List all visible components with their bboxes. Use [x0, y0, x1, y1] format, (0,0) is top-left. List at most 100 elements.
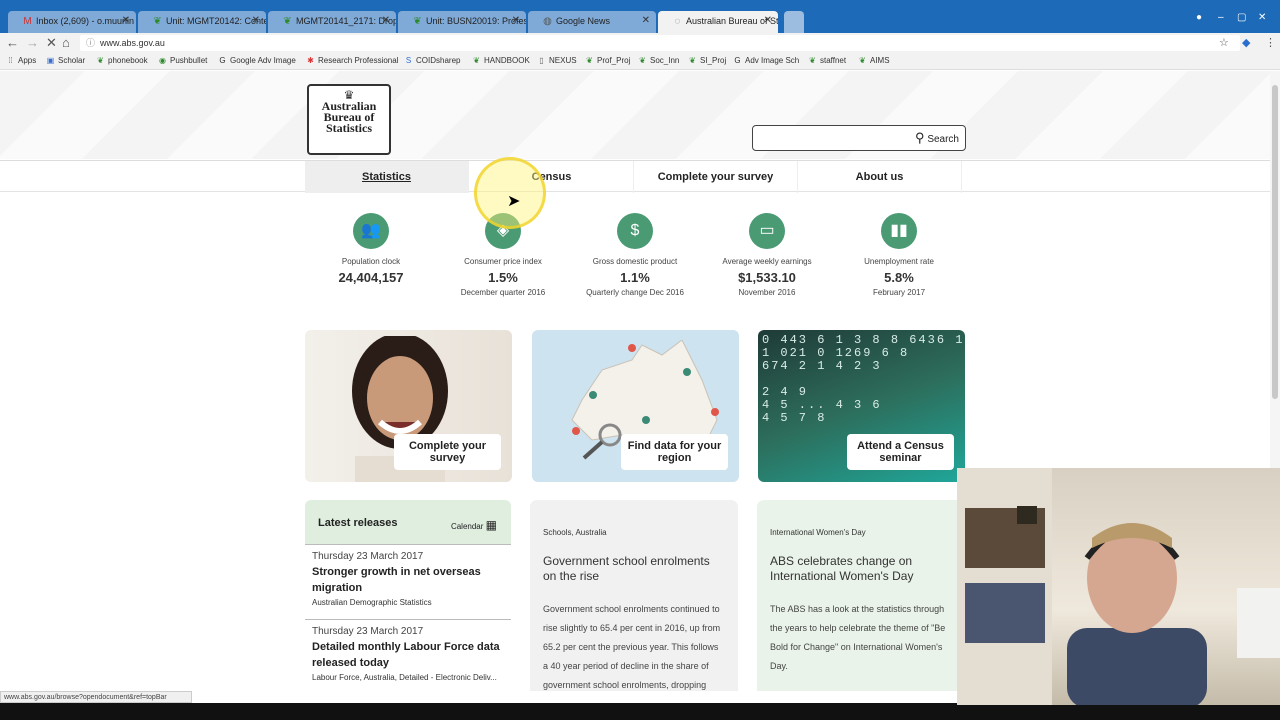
globe-icon: ◍: [543, 16, 552, 27]
menu-icon[interactable]: ⋮: [1265, 35, 1276, 51]
calendar-link[interactable]: Calendar ▦: [451, 518, 497, 532]
bookmark-item[interactable]: ◉ Pushbullet: [158, 55, 207, 67]
stat-population[interactable]: 👥 Population clock 24,404,157: [306, 213, 436, 288]
logo-line: Statistics: [326, 121, 372, 135]
leaf-icon: ❦: [153, 16, 162, 27]
new-tab-button[interactable]: [784, 11, 804, 33]
tile-caption: Complete your survey: [394, 434, 501, 470]
bookmark-item[interactable]: S COIDsharep: [404, 55, 461, 67]
news-card[interactable]: Schools, Australia Government school enr…: [530, 500, 738, 691]
close-icon[interactable]: ✕: [512, 11, 520, 31]
bookmark-item[interactable]: ❦ AIMS: [858, 55, 889, 67]
tile-find-data[interactable]: Find data for your region: [532, 330, 739, 482]
apps-icon: ⁞⁞: [8, 56, 13, 65]
numbers-graphic: 0 443 6 1 3 8 8 6436 1 1 021 0 1269 6 8 …: [762, 333, 965, 425]
bookmark-item[interactable]: ❦ phonebook: [96, 55, 147, 67]
bookmark-item[interactable]: ❦ SI_Proj: [688, 55, 726, 67]
gmail-icon: M: [23, 16, 32, 27]
browser-tab[interactable]: ◍ Google News ✕: [528, 11, 656, 33]
tile-caption: Find data for your region: [621, 434, 728, 470]
pushbullet-icon: ◉: [159, 56, 166, 65]
google-icon: G: [219, 56, 226, 65]
calendar-icon: ▦: [485, 518, 497, 532]
home-icon[interactable]: ⌂: [62, 35, 70, 51]
latest-releases-header: Latest releases Calendar ▦: [305, 500, 511, 544]
page-icon: ▯: [539, 56, 544, 65]
stat-gdp[interactable]: $ Gross domestic product 1.1% Quarterly …: [570, 213, 700, 297]
main-menu: Statistics Census Complete your survey A…: [0, 160, 1270, 193]
window-close-icon[interactable]: ✕: [1258, 12, 1266, 23]
leaf-icon: ❦: [859, 56, 866, 65]
bookmark-item[interactable]: ▯ NEXUS: [537, 55, 576, 67]
scholar-icon: ▣: [46, 56, 55, 65]
google-icon: G: [734, 56, 741, 65]
bookmark-item[interactable]: ⁞⁞ Apps: [6, 55, 36, 67]
release-item[interactable]: Thursday 23 March 2017 Stronger growth i…: [305, 544, 511, 619]
leaf-icon: ❦: [809, 56, 816, 65]
back-icon[interactable]: ←: [6, 35, 19, 51]
menu-item-statistics[interactable]: Statistics: [305, 161, 469, 193]
search-button[interactable]: ⚲ Search: [915, 130, 959, 146]
close-icon[interactable]: ✕: [382, 11, 390, 31]
leaf-icon: ❦: [689, 56, 696, 65]
menu-item-complete-survey[interactable]: Complete your survey: [634, 161, 798, 193]
abs-logo[interactable]: ♛ Australian Bureau of Statistics: [307, 84, 391, 155]
browser-tab-bar: M Inbox (2,609) - o.muurlin ✕ ❦ Unit: MGMT2…: [0, 0, 1280, 33]
leaf-icon: ❦: [586, 56, 593, 65]
extension-icon[interactable]: ◆: [1242, 35, 1250, 51]
browser-tab[interactable]: ❦ Unit: BUSN20019: Profes ✕: [398, 11, 526, 33]
presenter-video: [957, 468, 1280, 705]
leaf-icon: ❦: [283, 16, 292, 27]
bookmark-item[interactable]: ❦ Prof_Proj: [585, 55, 630, 67]
tile-census-seminar[interactable]: 0 443 6 1 3 8 8 6436 1 1 021 0 1269 6 8 …: [758, 330, 965, 482]
star-icon: ✱: [307, 56, 314, 65]
bookmark-star-icon[interactable]: ☆: [1219, 35, 1229, 51]
search-icon: ⚲: [915, 130, 925, 145]
bookmark-item[interactable]: ✱ Research Professional: [306, 55, 398, 67]
leaf-icon: ❦: [473, 56, 480, 65]
bookmark-item[interactable]: ❦ Soc_Inn: [638, 55, 679, 67]
leaf-icon: ❦: [639, 56, 646, 65]
close-icon[interactable]: ✕: [764, 11, 772, 31]
minimize-icon[interactable]: –: [1218, 12, 1224, 23]
leaf-icon: ❦: [97, 56, 104, 65]
money-bag-icon: $: [617, 213, 653, 249]
latest-releases-panel: Latest releases Calendar ▦ Thursday 23 M…: [305, 500, 511, 691]
stat-unemployment[interactable]: ▮▮ Unemployment rate 5.8% February 2017: [834, 213, 964, 297]
sharepoint-icon: S: [405, 56, 412, 65]
bookmark-item[interactable]: ▣ Scholar: [46, 55, 85, 67]
news-card[interactable]: International Women's Day ABS celebrates…: [757, 500, 965, 691]
scrollbar-thumb[interactable]: [1272, 85, 1278, 399]
tile-complete-survey[interactable]: Complete your survey: [305, 330, 512, 482]
maximize-icon[interactable]: ▢: [1237, 12, 1246, 23]
bookmark-item[interactable]: ❦ staffnet: [808, 55, 846, 67]
browser-tab-active[interactable]: ◌ Australian Bureau of Sta ✕: [658, 11, 778, 33]
bookmark-item[interactable]: ❦ HANDBOOK: [472, 55, 530, 67]
status-bar: www.abs.gov.au/browse?opendocument&ref=t…: [0, 691, 192, 703]
latest-releases-title: Latest releases: [318, 517, 398, 529]
close-icon[interactable]: ✕: [122, 11, 130, 31]
user-icon[interactable]: ●: [1196, 12, 1202, 23]
people-icon: 👥: [353, 213, 389, 249]
stop-icon[interactable]: ✕: [46, 35, 57, 51]
browser-tab[interactable]: M Inbox (2,609) - o.muurlin ✕: [8, 11, 136, 33]
menu-item-about-us[interactable]: About us: [798, 161, 962, 193]
bookmark-item[interactable]: G Google Adv Image: [218, 55, 295, 67]
browser-tab[interactable]: ❦ MGMT20141_2171: Drop ✕: [268, 11, 396, 33]
close-icon[interactable]: ✕: [642, 11, 650, 31]
address-bar: ← → ✕ ⌂ ⓘ www.abs.gov.au ☆ ◆ ⋮: [0, 33, 1280, 53]
stat-earnings[interactable]: ▭ Average weekly earnings $1,533.10 Nove…: [702, 213, 832, 297]
bookmark-item[interactable]: G Adv Image Sch: [733, 55, 799, 67]
search-input[interactable]: ⚲ Search: [752, 125, 966, 151]
release-item[interactable]: Thursday 23 March 2017 Detailed monthly …: [305, 619, 511, 691]
webcam-overlay: [957, 468, 1280, 705]
mouse-pointer-icon: ➤: [507, 193, 521, 210]
bar-chart-icon: ▮▮: [881, 213, 917, 249]
tile-caption: Attend a Census seminar: [847, 434, 954, 470]
info-icon: ⓘ: [86, 38, 96, 48]
forward-icon[interactable]: →: [26, 35, 39, 51]
close-icon[interactable]: ✕: [252, 11, 260, 31]
leaf-icon: ❦: [413, 16, 422, 27]
url-field[interactable]: ⓘ www.abs.gov.au: [80, 35, 1240, 51]
browser-tab[interactable]: ❦ Unit: MGMT20142: Conte ✕: [138, 11, 266, 33]
